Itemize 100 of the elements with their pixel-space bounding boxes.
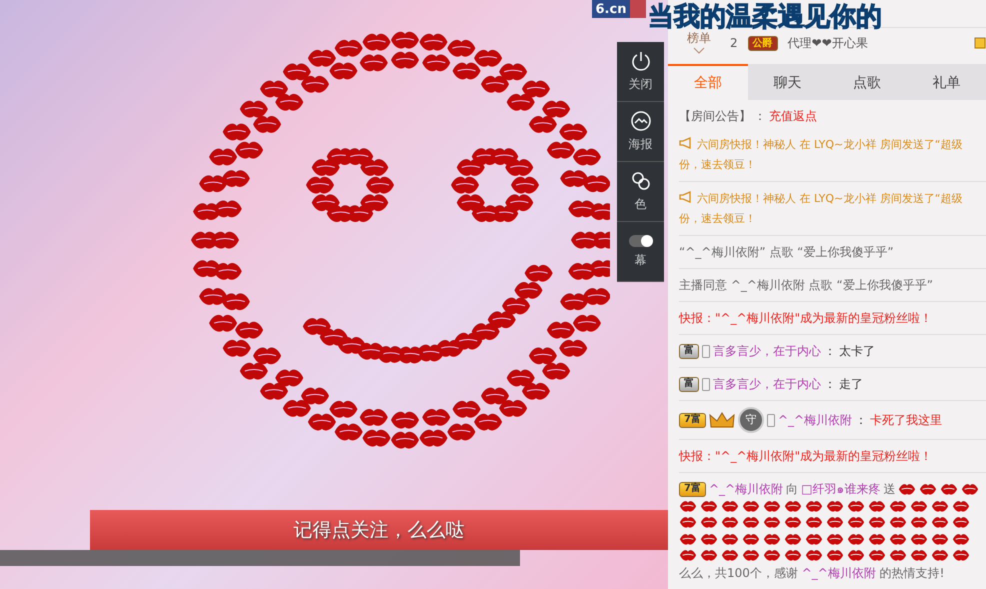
lips-icon <box>700 548 718 563</box>
lips-icon <box>679 532 697 546</box>
lips-icon <box>826 532 844 546</box>
lips-icon <box>868 515 886 530</box>
lips-icon <box>721 499 739 514</box>
caption-text: 记得点关注，么么哒 <box>90 510 668 550</box>
duke-badge: 公爵 <box>748 36 778 50</box>
lips-icon <box>805 499 823 514</box>
site-logo[interactable]: 6.cn <box>592 0 630 18</box>
lips-icon <box>805 532 823 546</box>
chat-tab[interactable]: 礼单 <box>906 64 986 100</box>
lips-icon <box>805 548 823 563</box>
rich-badge: 7富 <box>679 482 706 496</box>
lips-icon <box>826 548 844 563</box>
separator: ： <box>754 108 766 125</box>
phone-icon <box>702 378 710 390</box>
lips-icon <box>952 515 970 530</box>
announcement-text: 充值返点 <box>769 108 817 125</box>
rich-badge: 7富 <box>679 412 706 428</box>
gift-summary: 么么，共100个，感谢 ^_^梅川依附 的热情支持! <box>679 564 944 582</box>
chat-text: 卡死了我这里 <box>870 412 942 429</box>
lips-icon <box>952 499 970 514</box>
lips-icon <box>721 532 739 546</box>
gift-verb: 向 <box>786 481 798 498</box>
lips-icon <box>961 482 980 496</box>
lips-icon <box>931 532 949 546</box>
lips-icon <box>919 482 938 496</box>
lips-icon <box>910 532 928 546</box>
toolbar-button[interactable]: 关闭 <box>617 42 664 102</box>
lips-icon <box>679 548 697 563</box>
lips-icon <box>889 532 907 546</box>
lips-icon <box>826 515 844 530</box>
crown-icon <box>708 411 735 429</box>
rank-name[interactable]: 代理❤❤开心果 <box>788 34 964 52</box>
separator: ： <box>824 376 836 393</box>
user-name[interactable]: □纤羽๑谁来疼 <box>801 479 880 499</box>
lips-icon <box>700 499 718 514</box>
alert-message: 快报："^_^梅川依附"成为最新的皇冠粉丝啦！ <box>679 310 932 327</box>
lips-icon <box>784 515 802 530</box>
phone-icon <box>766 414 775 426</box>
lips-icon <box>847 548 865 563</box>
lips-icon <box>784 499 802 514</box>
lips-icon <box>889 548 907 563</box>
lips-icon <box>952 548 970 563</box>
gift-verb: 送 <box>883 481 896 498</box>
chat-tab[interactable]: 聊天 <box>748 64 827 100</box>
user-name[interactable]: ^_^梅川依附 <box>708 479 784 499</box>
guard-badge: 守 <box>738 407 764 433</box>
lips-icon <box>742 532 760 546</box>
announcement-label: 【房间公告】 <box>679 108 751 125</box>
lips-icon <box>898 482 916 496</box>
lips-icon <box>931 515 949 530</box>
lips-icon <box>847 515 865 530</box>
ranking-label[interactable]: 榜单 <box>687 30 711 47</box>
chat-text: 走了 <box>839 376 863 393</box>
chat-tab[interactable]: 点歌 <box>827 64 906 100</box>
toolbar-button[interactable]: 色 <box>617 162 664 222</box>
broadcast-text: 六间房快报！神秘人 在 LYQ~龙小祥 房间发送了“超级 <box>697 192 962 205</box>
separator: ： <box>824 343 836 360</box>
system-message: 主播同意 ^_^梅川依附 点歌 “爱上你我傻乎乎” <box>679 277 933 294</box>
lips-icon <box>910 499 928 514</box>
lips-icon <box>931 548 949 563</box>
toolbar-button[interactable]: 幕 <box>617 222 664 282</box>
lips-icon <box>805 515 823 530</box>
lips-icon <box>847 499 865 514</box>
lips-icon <box>679 515 697 530</box>
lips-icon <box>784 548 802 563</box>
megaphone-icon <box>679 191 693 203</box>
toolbar-button[interactable]: 海报 <box>617 102 664 162</box>
lips-icon <box>847 532 865 546</box>
lips-icon <box>763 548 781 563</box>
megaphone-icon <box>679 137 693 149</box>
lips-icon <box>700 532 718 546</box>
lips-icon <box>952 532 970 546</box>
chevron-down-icon[interactable] <box>693 47 705 54</box>
system-message: “^_^梅川依附” 点歌 “爱上你我傻乎乎” <box>679 244 894 261</box>
lips-icon <box>742 515 760 530</box>
lips-icon <box>742 499 760 514</box>
circles-icon <box>630 170 652 192</box>
lips-icon <box>784 532 802 546</box>
user-name[interactable]: ^_^梅川依附 <box>778 410 852 430</box>
user-name[interactable]: 言多言少，在于内心 <box>713 374 821 394</box>
chat-text: 太卡了 <box>839 343 875 360</box>
banner-text: 当我的温柔遇见你的 <box>648 1 882 32</box>
coin-icon <box>974 36 986 50</box>
user-name[interactable]: 言多言少，在于内心 <box>713 341 821 361</box>
rank-number: 2 <box>730 36 738 50</box>
alert-message: 快报："^_^梅川依附"成为最新的皇冠粉丝啦！ <box>679 448 932 465</box>
lips-icon <box>721 548 739 563</box>
phone-icon <box>702 344 710 358</box>
lips-icon <box>889 499 907 514</box>
lips-icon <box>763 532 781 546</box>
lips-icon <box>826 499 844 514</box>
lips-icon <box>763 499 781 514</box>
lips-icon <box>868 532 886 546</box>
toggle-icon <box>628 234 654 248</box>
lips-icon <box>679 499 697 514</box>
lips-icon <box>763 515 781 530</box>
picture-icon <box>630 110 652 132</box>
power-icon <box>630 50 652 72</box>
